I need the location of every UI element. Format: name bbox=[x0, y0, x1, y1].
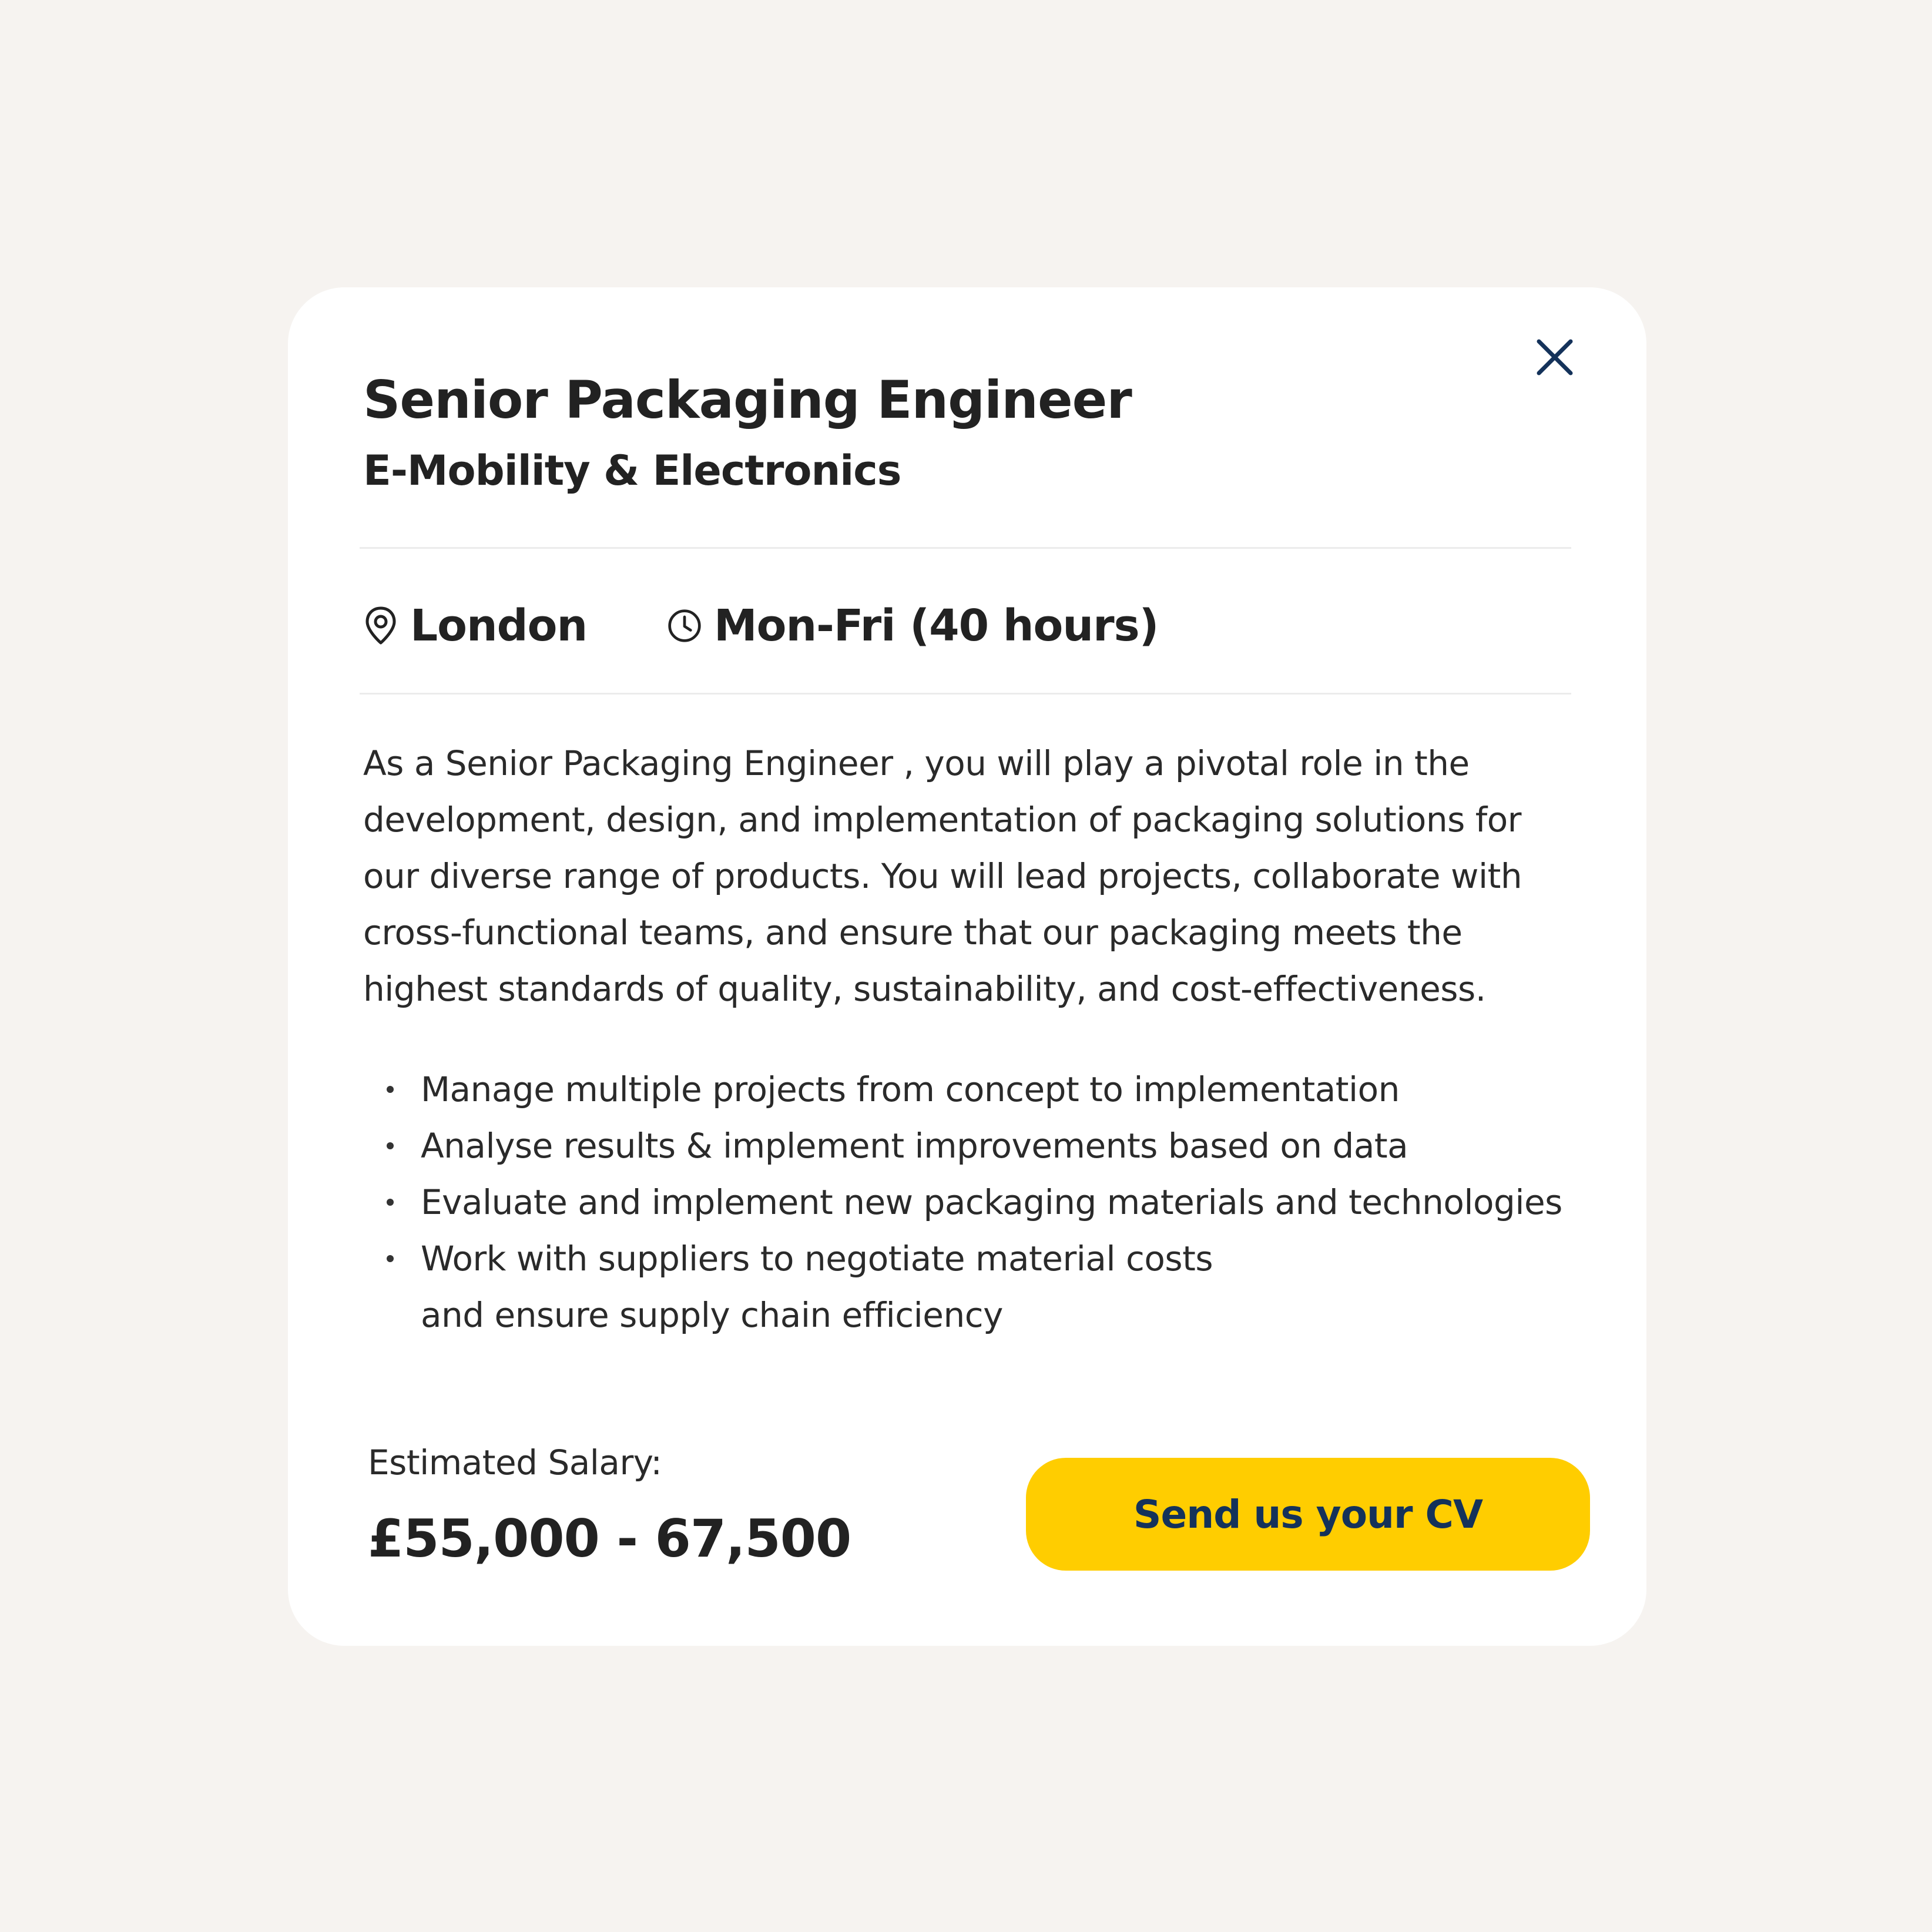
job-location: London bbox=[363, 593, 588, 658]
job-description: As a Senior Packaging Engineer , you wil… bbox=[363, 735, 1574, 1017]
responsibilities-list: Manage multiple projects from concept to… bbox=[363, 1061, 1597, 1343]
list-item: Manage multiple projects from concept to… bbox=[363, 1061, 1597, 1118]
description-line: development, design, and implementation … bbox=[363, 800, 1522, 840]
description-line: cross-functional teams, and ensure that … bbox=[363, 913, 1463, 952]
list-item: Evaluate and implement new packaging mat… bbox=[363, 1174, 1597, 1230]
send-cv-button[interactable]: Send us your CV bbox=[1026, 1458, 1590, 1571]
job-title: Senior Packaging Engineer bbox=[363, 370, 1132, 430]
list-item-text: Manage multiple projects from concept to… bbox=[421, 1069, 1400, 1109]
list-item: Analyse results & implement improvements… bbox=[363, 1118, 1597, 1174]
hours-label: Mon-Fri (40 hours) bbox=[714, 601, 1159, 651]
job-details-card: Senior Packaging Engineer E-Mobility & E… bbox=[288, 287, 1646, 1646]
bullet-icon bbox=[387, 1255, 394, 1262]
bullet-icon bbox=[387, 1199, 394, 1206]
location-pin-icon bbox=[363, 606, 398, 646]
location-label: London bbox=[410, 601, 588, 651]
description-line: As a Senior Packaging Engineer , you wil… bbox=[363, 743, 1470, 783]
bullet-icon bbox=[387, 1086, 394, 1093]
divider bbox=[360, 547, 1571, 549]
divider bbox=[360, 693, 1571, 695]
job-hours: Mon-Fri (40 hours) bbox=[667, 593, 1159, 658]
list-item-text: and ensure supply chain efficiency bbox=[421, 1295, 1003, 1335]
close-icon[interactable] bbox=[1535, 338, 1574, 377]
list-item-text: Work with suppliers to negotiate materia… bbox=[421, 1239, 1213, 1279]
description-line: highest standards of quality, sustainabi… bbox=[363, 969, 1486, 1009]
salary-value: £55,000 - 67,500 bbox=[368, 1508, 851, 1569]
close-button[interactable] bbox=[1528, 330, 1582, 384]
salary-label: Estimated Salary: bbox=[368, 1443, 662, 1482]
description-line: our diverse range of products. You will … bbox=[363, 856, 1522, 896]
list-item-text: Evaluate and implement new packaging mat… bbox=[421, 1182, 1562, 1222]
list-item: Work with suppliers to negotiate materia… bbox=[363, 1230, 1597, 1343]
list-item-text: Analyse results & implement improvements… bbox=[421, 1126, 1408, 1166]
clock-icon bbox=[667, 606, 702, 646]
job-department: E-Mobility & Electronics bbox=[363, 447, 901, 495]
bullet-icon bbox=[387, 1142, 394, 1149]
